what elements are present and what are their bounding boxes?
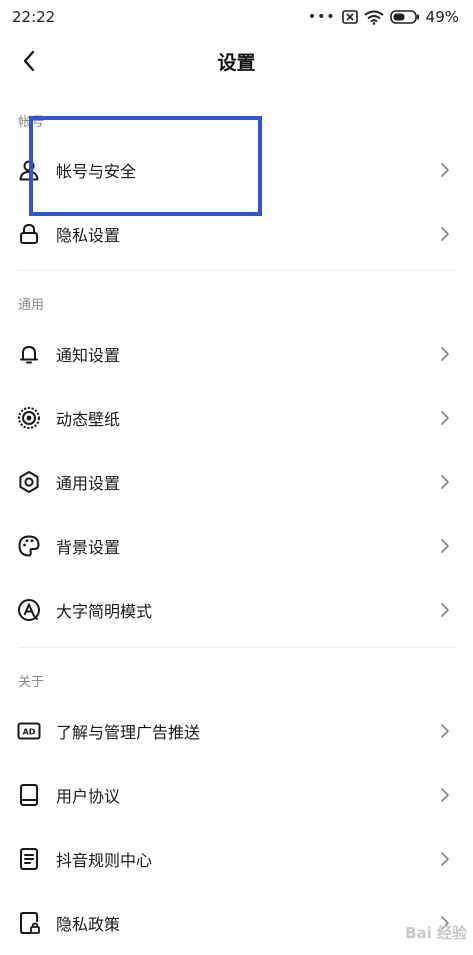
setting-item-privacy-policy[interactable]: 隐私政策 <box>0 891 473 955</box>
setting-item-background[interactable]: 背景设置 <box>0 514 473 578</box>
setting-label: 隐私设置 <box>56 226 121 245</box>
section-title-about: 关于 <box>18 675 45 690</box>
lock-icon <box>17 222 41 246</box>
battery-percent: 49% <box>425 8 459 26</box>
chevron-right-icon <box>441 347 449 361</box>
setting-item-rules-center[interactable]: 抖音规则中心 <box>0 827 473 891</box>
setting-label: 背景设置 <box>56 538 121 557</box>
battery-icon <box>389 10 419 24</box>
palette-icon <box>17 534 41 558</box>
section-title-general: 通用 <box>18 298 45 313</box>
setting-label: 动态壁纸 <box>56 410 121 429</box>
more-dots-icon: ••• <box>307 9 336 25</box>
nav-bar: 设置 <box>0 34 473 88</box>
status-icons: ••• 49% <box>308 8 459 26</box>
setting-item-live-wallpaper[interactable]: 动态壁纸 <box>0 386 473 450</box>
status-bar: 22:22 ••• 49% <box>0 0 473 34</box>
setting-item-notifications[interactable]: 通知设置 <box>0 322 473 386</box>
chevron-right-icon <box>441 603 449 617</box>
setting-label: 用户协议 <box>56 787 121 806</box>
chevron-left-icon <box>23 50 35 72</box>
chevron-right-icon <box>441 411 449 425</box>
chevron-right-icon <box>441 227 449 241</box>
status-time: 22:22 <box>12 8 56 26</box>
watermark: Bai 经验 <box>405 924 467 942</box>
document-icon <box>17 847 41 871</box>
setting-item-general[interactable]: 通用设置 <box>0 450 473 514</box>
wifi-icon <box>364 10 384 25</box>
svg-text:AD: AD <box>23 728 36 737</box>
gear-icon <box>17 470 41 494</box>
lock-document-icon <box>17 911 41 935</box>
page-title: 设置 <box>217 51 256 74</box>
chevron-right-icon <box>441 475 449 489</box>
setting-label: 抖音规则中心 <box>56 851 153 870</box>
large-text-icon <box>17 598 41 622</box>
back-button[interactable] <box>14 46 44 76</box>
live-wallpaper-icon <box>17 406 41 430</box>
setting-label: 了解与管理广告推送 <box>56 723 201 742</box>
bell-icon <box>17 342 41 366</box>
chevron-right-icon <box>441 852 449 866</box>
chevron-right-icon <box>441 539 449 553</box>
setting-item-user-agreement[interactable]: 用户协议 <box>0 763 473 827</box>
chevron-right-icon <box>441 788 449 802</box>
setting-label: 大字简明模式 <box>56 602 153 621</box>
setting-label: 通知设置 <box>56 346 121 365</box>
sim-icon <box>341 10 358 24</box>
chevron-right-icon <box>441 724 449 738</box>
setting-item-large-text[interactable]: 大字简明模式 <box>0 578 473 642</box>
ad-icon: AD <box>17 719 41 743</box>
chevron-right-icon <box>441 163 449 177</box>
book-icon <box>17 783 41 807</box>
setting-label: 通用设置 <box>56 474 121 493</box>
highlight-box <box>29 116 262 216</box>
setting-item-ad-management[interactable]: AD 了解与管理广告推送 <box>0 699 473 763</box>
